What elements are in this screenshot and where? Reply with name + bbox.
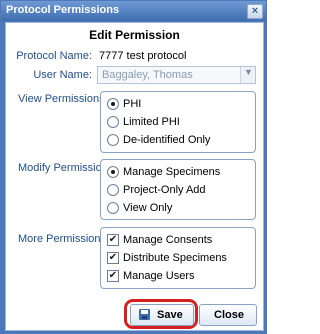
save-icon xyxy=(139,309,150,320)
view-permissions-group: PHI Limited PHI De-identified Only xyxy=(100,91,256,153)
title-bar[interactable]: Protocol Permissions × xyxy=(1,1,266,21)
more-permissions-label: More Permissions: xyxy=(18,233,110,245)
radio-label: View Only xyxy=(123,202,173,214)
dialog-title: Protocol Permissions xyxy=(6,4,120,16)
checkmark-icon[interactable]: ✔ xyxy=(107,270,119,282)
protocol-name-value: 7777 test protocol xyxy=(99,50,187,62)
close-icon[interactable]: × xyxy=(247,4,263,19)
checkmark-icon[interactable]: ✔ xyxy=(107,252,119,264)
checkbox-label: Distribute Specimens xyxy=(123,252,227,264)
radio-label: Limited PHI xyxy=(123,116,180,128)
close-button-label: Close xyxy=(214,309,244,321)
dropdown-arrow[interactable]: ▼ xyxy=(240,67,255,83)
radio-label: PHI xyxy=(123,98,142,110)
radio-icon[interactable] xyxy=(107,134,119,146)
radio-icon[interactable] xyxy=(107,116,119,128)
dialog-body: Edit Permission Protocol Name: 7777 test… xyxy=(5,22,264,331)
save-button-label: Save xyxy=(157,309,183,321)
page-title: Edit Permission xyxy=(89,28,180,42)
close-button[interactable]: Close xyxy=(199,304,257,326)
user-name-value: Baggaley, Thomas xyxy=(102,69,193,81)
view-permissions-label: View Permissions: xyxy=(18,93,108,105)
radio-label: Project-Only Add xyxy=(123,184,206,196)
radio-icon[interactable] xyxy=(107,184,119,196)
checkbox-label: Manage Consents xyxy=(123,234,213,246)
chevron-down-icon: ▼ xyxy=(244,67,253,77)
modify-permissions-group: Manage Specimens Project-Only Add View O… xyxy=(100,159,256,220)
user-name-select[interactable]: Baggaley, Thomas ▼ xyxy=(97,66,256,84)
radio-label: De-identified Only xyxy=(123,134,211,146)
more-permissions-group: ✔ Manage Consents ✔ Distribute Specimens… xyxy=(100,227,256,289)
user-name-label: User Name: xyxy=(33,69,92,81)
checkmark-icon[interactable]: ✔ xyxy=(107,234,119,246)
protocol-name-label: Protocol Name: xyxy=(16,50,92,62)
save-button[interactable]: Save xyxy=(130,304,194,326)
radio-selected-icon[interactable] xyxy=(107,166,119,178)
protocol-permissions-dialog: Protocol Permissions × Edit Permission P… xyxy=(0,0,267,334)
checkbox-label: Manage Users xyxy=(123,270,195,282)
radio-label: Manage Specimens xyxy=(123,166,221,178)
radio-selected-icon[interactable] xyxy=(107,98,119,110)
radio-icon[interactable] xyxy=(107,202,119,214)
